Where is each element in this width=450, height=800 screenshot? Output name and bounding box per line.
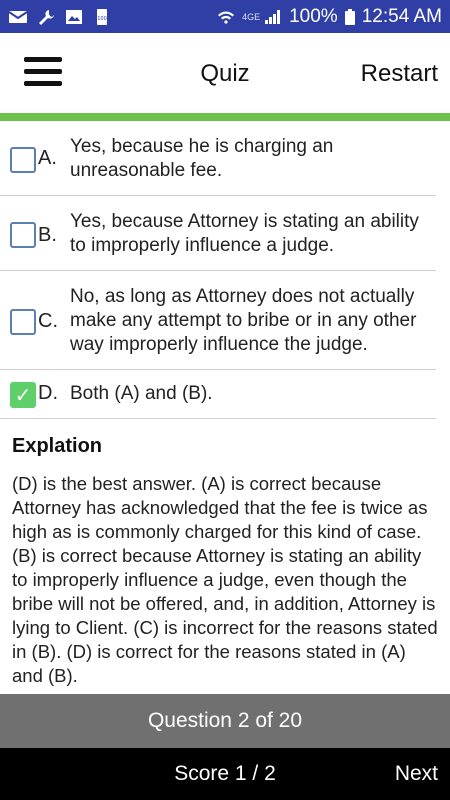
app-bar: Quiz Restart bbox=[0, 33, 450, 113]
svg-text:100: 100 bbox=[97, 16, 107, 22]
battery-percent: 100% bbox=[289, 5, 338, 27]
option-letter: B. bbox=[38, 224, 57, 246]
answer-option-b[interactable]: B. Yes, because Attorney is stating an a… bbox=[0, 196, 436, 271]
explanation-body: (D) is the best answer. (A) is correct b… bbox=[12, 473, 438, 686]
wifi-icon bbox=[216, 9, 236, 25]
battery-icon bbox=[344, 8, 356, 25]
answer-option-c[interactable]: C. No, as long as Attorney does not actu… bbox=[0, 271, 436, 370]
wrench-icon bbox=[36, 9, 56, 25]
option-text: Yes, because he is charging an unreasona… bbox=[70, 136, 334, 181]
accent-divider bbox=[0, 113, 450, 121]
answer-option-d[interactable]: ✓ D. Both (A) and (B). bbox=[0, 370, 436, 419]
option-letter: C. bbox=[38, 310, 58, 332]
clock: 12:54 AM bbox=[361, 5, 442, 27]
image-icon bbox=[64, 9, 84, 25]
status-bar-notifications: 100 bbox=[8, 8, 112, 25]
option-letter: A. bbox=[38, 147, 57, 169]
answer-option-a[interactable]: A. Yes, because he is charging an unreas… bbox=[0, 121, 436, 196]
next-button[interactable]: Next bbox=[395, 762, 438, 786]
checkmark-icon: ✓ bbox=[14, 384, 32, 407]
checkbox-d-checked[interactable]: ✓ bbox=[10, 382, 36, 408]
status-bar-system: 4GE 100% 12:54 AM bbox=[216, 6, 442, 28]
option-text: Both (A) and (B). bbox=[70, 383, 213, 404]
network-type: 4GE bbox=[242, 11, 261, 22]
signal-icon bbox=[263, 9, 283, 25]
bottom-nav-bar: Score 1 / 2 Next bbox=[0, 748, 450, 800]
score-label: Score 1 / 2 bbox=[174, 762, 276, 785]
checkbox-b[interactable] bbox=[10, 222, 36, 248]
checkbox-c[interactable] bbox=[10, 309, 36, 335]
checkbox-a[interactable] bbox=[10, 147, 36, 173]
option-text: Yes, because Attorney is stating an abil… bbox=[70, 211, 419, 256]
option-text: No, as long as Attorney does not actuall… bbox=[70, 286, 417, 355]
mail-icon bbox=[8, 9, 28, 25]
status-bar: 100 4GE 100% 12:54 AM bbox=[0, 0, 450, 33]
quiz-content[interactable]: A. Yes, because he is charging an unreas… bbox=[0, 121, 450, 694]
explanation-title: Explation bbox=[12, 435, 103, 457]
restart-button[interactable]: Restart bbox=[361, 60, 438, 88]
question-progress: Question 2 of 20 bbox=[0, 694, 450, 748]
battery-100-icon: 100 bbox=[92, 8, 112, 25]
option-letter: D. bbox=[38, 382, 58, 404]
